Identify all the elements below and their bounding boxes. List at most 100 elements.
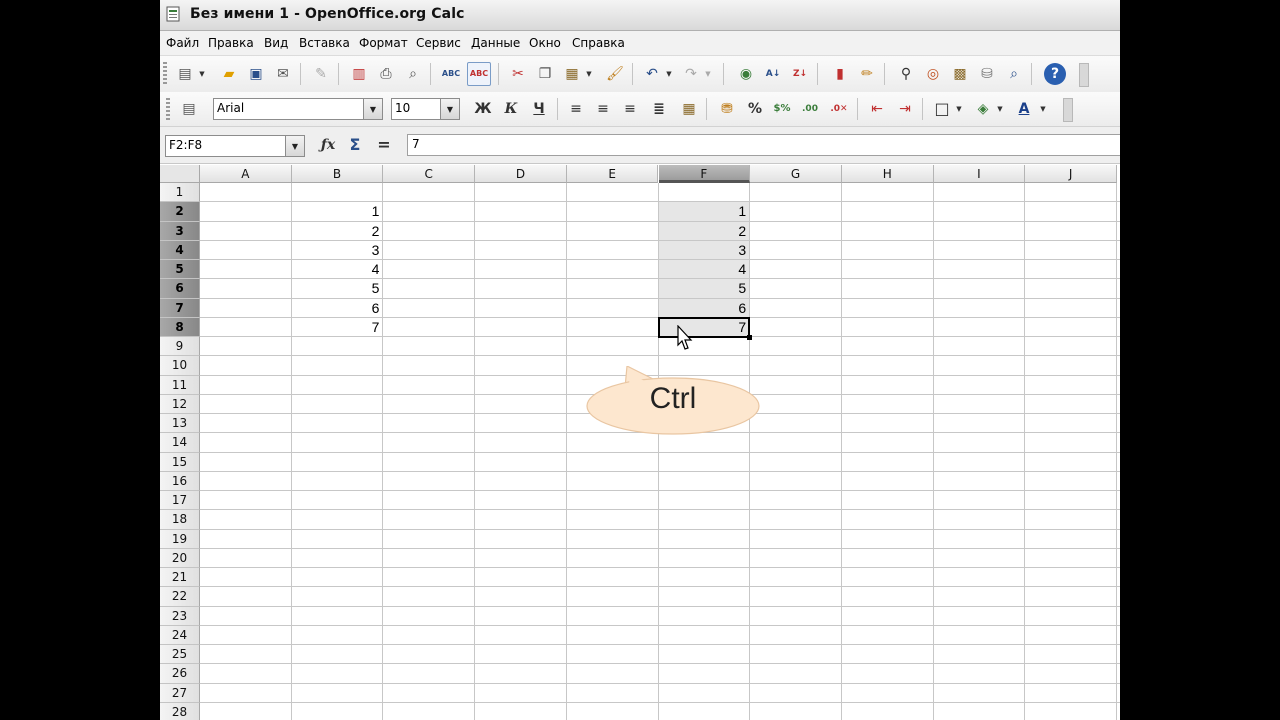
row-header-4[interactable]: 4 — [160, 240, 200, 260]
cell-f2[interactable]: 1 — [659, 202, 750, 221]
paste-icon[interactable]: ▦ — [561, 63, 583, 85]
italic-button[interactable]: К — [500, 98, 522, 120]
row-header-22[interactable]: 22 — [160, 587, 200, 607]
column-header-a[interactable]: A — [200, 165, 292, 183]
function-equals-icon[interactable]: = — [373, 134, 395, 156]
column-header-b[interactable]: B — [291, 165, 384, 183]
row-header-17[interactable]: 17 — [160, 491, 200, 511]
hyperlink-icon[interactable]: ◉ — [735, 63, 757, 85]
menu-file[interactable]: Файл — [166, 36, 199, 50]
row-header-13[interactable]: 13 — [160, 414, 200, 434]
sort-descending-icon[interactable]: Z↓ — [789, 63, 811, 85]
menu-help[interactable]: Справка — [572, 36, 625, 50]
show-draw-functions-icon[interactable]: ✏ — [856, 63, 878, 85]
new-document-icon[interactable]: ▤ — [174, 63, 196, 85]
row-header-7[interactable]: 7 — [160, 298, 200, 318]
align-right-icon[interactable]: ≡ — [619, 98, 641, 120]
column-header-f[interactable]: F — [658, 165, 751, 183]
borders-dropdown-icon[interactable]: ▼ — [955, 98, 963, 120]
select-all-corner[interactable] — [160, 165, 200, 183]
row-header-3[interactable]: 3 — [160, 221, 200, 241]
edit-file-icon[interactable]: ✎ — [310, 63, 332, 85]
row-header-21[interactable]: 21 — [160, 568, 200, 588]
auto-spellcheck-icon[interactable]: ABC — [467, 62, 491, 86]
justify-icon[interactable]: ≣ — [648, 98, 670, 120]
clone-formatting-icon[interactable]: 🖌 — [604, 63, 626, 85]
cut-icon[interactable]: ✂ — [507, 63, 529, 85]
row-header-25[interactable]: 25 — [160, 645, 200, 665]
row-header-5[interactable]: 5 — [160, 260, 200, 280]
column-header-j[interactable]: J — [1025, 165, 1117, 183]
toolbar-grip[interactable] — [166, 98, 170, 122]
row-header-28[interactable]: 28 — [160, 702, 200, 720]
menu-data[interactable]: Данные — [471, 36, 520, 50]
background-color-icon[interactable]: ◈ — [972, 98, 994, 120]
row-header-23[interactable]: 23 — [160, 606, 200, 626]
row-header-10[interactable]: 10 — [160, 356, 200, 376]
export-pdf-icon[interactable]: ▥ — [348, 63, 370, 85]
align-center-icon[interactable]: ≡ — [592, 98, 614, 120]
cell-b8[interactable]: 7 — [292, 318, 383, 337]
print-icon[interactable]: ⎙ — [375, 63, 397, 85]
row-header-8[interactable]: 8 — [160, 317, 200, 337]
function-wizard-icon[interactable]: ƒx — [317, 134, 339, 156]
copy-icon[interactable]: ❐ — [534, 63, 556, 85]
data-sources-icon[interactable]: ⛁ — [976, 63, 998, 85]
new-dropdown-icon[interactable]: ▼ — [198, 63, 206, 85]
menu-view[interactable]: Вид — [264, 36, 288, 50]
column-header-i[interactable]: I — [933, 165, 1026, 183]
cell-b7[interactable]: 6 — [292, 299, 383, 318]
menu-tools[interactable]: Сервис — [416, 36, 461, 50]
save-icon[interactable]: ▣ — [245, 63, 267, 85]
menu-insert[interactable]: Вставка — [299, 36, 350, 50]
column-header-g[interactable]: G — [750, 165, 842, 183]
open-icon[interactable]: ▰ — [218, 63, 240, 85]
styles-formatting-icon[interactable]: ▤ — [178, 98, 200, 120]
email-icon[interactable]: ✉ — [272, 63, 294, 85]
row-header-1[interactable]: 1 — [160, 183, 200, 203]
cell-f7[interactable]: 6 — [659, 299, 750, 318]
font-color-dropdown-icon[interactable]: ▼ — [1039, 98, 1047, 120]
navigator-icon[interactable]: ◎ — [922, 63, 944, 85]
chevron-down-icon[interactable]: ▼ — [285, 136, 304, 156]
toolbar-overflow-icon[interactable] — [1079, 63, 1089, 87]
add-decimal-icon[interactable]: .00 — [799, 98, 821, 120]
row-header-26[interactable]: 26 — [160, 664, 200, 684]
find-replace-icon[interactable]: ⚲ — [895, 63, 917, 85]
borders-icon[interactable]: □ — [931, 98, 953, 120]
row-header-18[interactable]: 18 — [160, 510, 200, 530]
percent-format-button[interactable]: % — [744, 98, 766, 120]
row-header-14[interactable]: 14 — [160, 433, 200, 453]
toolbar-grip[interactable] — [163, 62, 167, 86]
row-header-9[interactable]: 9 — [160, 337, 200, 357]
cell-f4[interactable]: 3 — [659, 241, 750, 260]
menu-format[interactable]: Формат — [359, 36, 408, 50]
spellcheck-icon[interactable]: ABC — [440, 63, 462, 85]
menu-window[interactable]: Окно — [529, 36, 561, 50]
print-preview-icon[interactable]: ⌕ — [402, 63, 424, 85]
cell-b3[interactable]: 2 — [292, 222, 383, 241]
zoom-icon[interactable]: ⌕ — [1003, 63, 1025, 85]
spreadsheet-grid[interactable]: ABCDEFGHIJ 1 2 3 4 5 6 7 8 9 10 11 12 13 14 15 16 17 18 19… — [160, 165, 1120, 720]
sort-ascending-icon[interactable]: A↓ — [762, 63, 784, 85]
row-header-20[interactable]: 20 — [160, 548, 200, 568]
bold-button[interactable]: Ж — [472, 98, 494, 120]
cell-f3[interactable]: 2 — [659, 222, 750, 241]
row-header-27[interactable]: 27 — [160, 683, 200, 703]
chevron-down-icon[interactable]: ▼ — [440, 99, 459, 119]
gallery-icon[interactable]: ▩ — [949, 63, 971, 85]
cell-f5[interactable]: 4 — [659, 260, 750, 279]
increase-indent-icon[interactable]: ⇥ — [894, 98, 916, 120]
cell-b4[interactable]: 3 — [292, 241, 383, 260]
background-dropdown-icon[interactable]: ▼ — [996, 98, 1004, 120]
row-header-16[interactable]: 16 — [160, 471, 200, 491]
font-color-icon[interactable]: A — [1013, 98, 1035, 120]
column-header-d[interactable]: D — [475, 165, 567, 183]
name-box[interactable]: F2:F8 ▼ — [165, 135, 305, 157]
row-header-12[interactable]: 12 — [160, 394, 200, 414]
undo-dropdown-icon[interactable]: ▼ — [665, 63, 673, 85]
chart-icon[interactable]: ▮ — [829, 63, 851, 85]
redo-icon[interactable]: ↷ — [680, 63, 702, 85]
column-header-h[interactable]: H — [841, 165, 934, 183]
merge-cells-icon[interactable]: ▦ — [678, 98, 700, 120]
